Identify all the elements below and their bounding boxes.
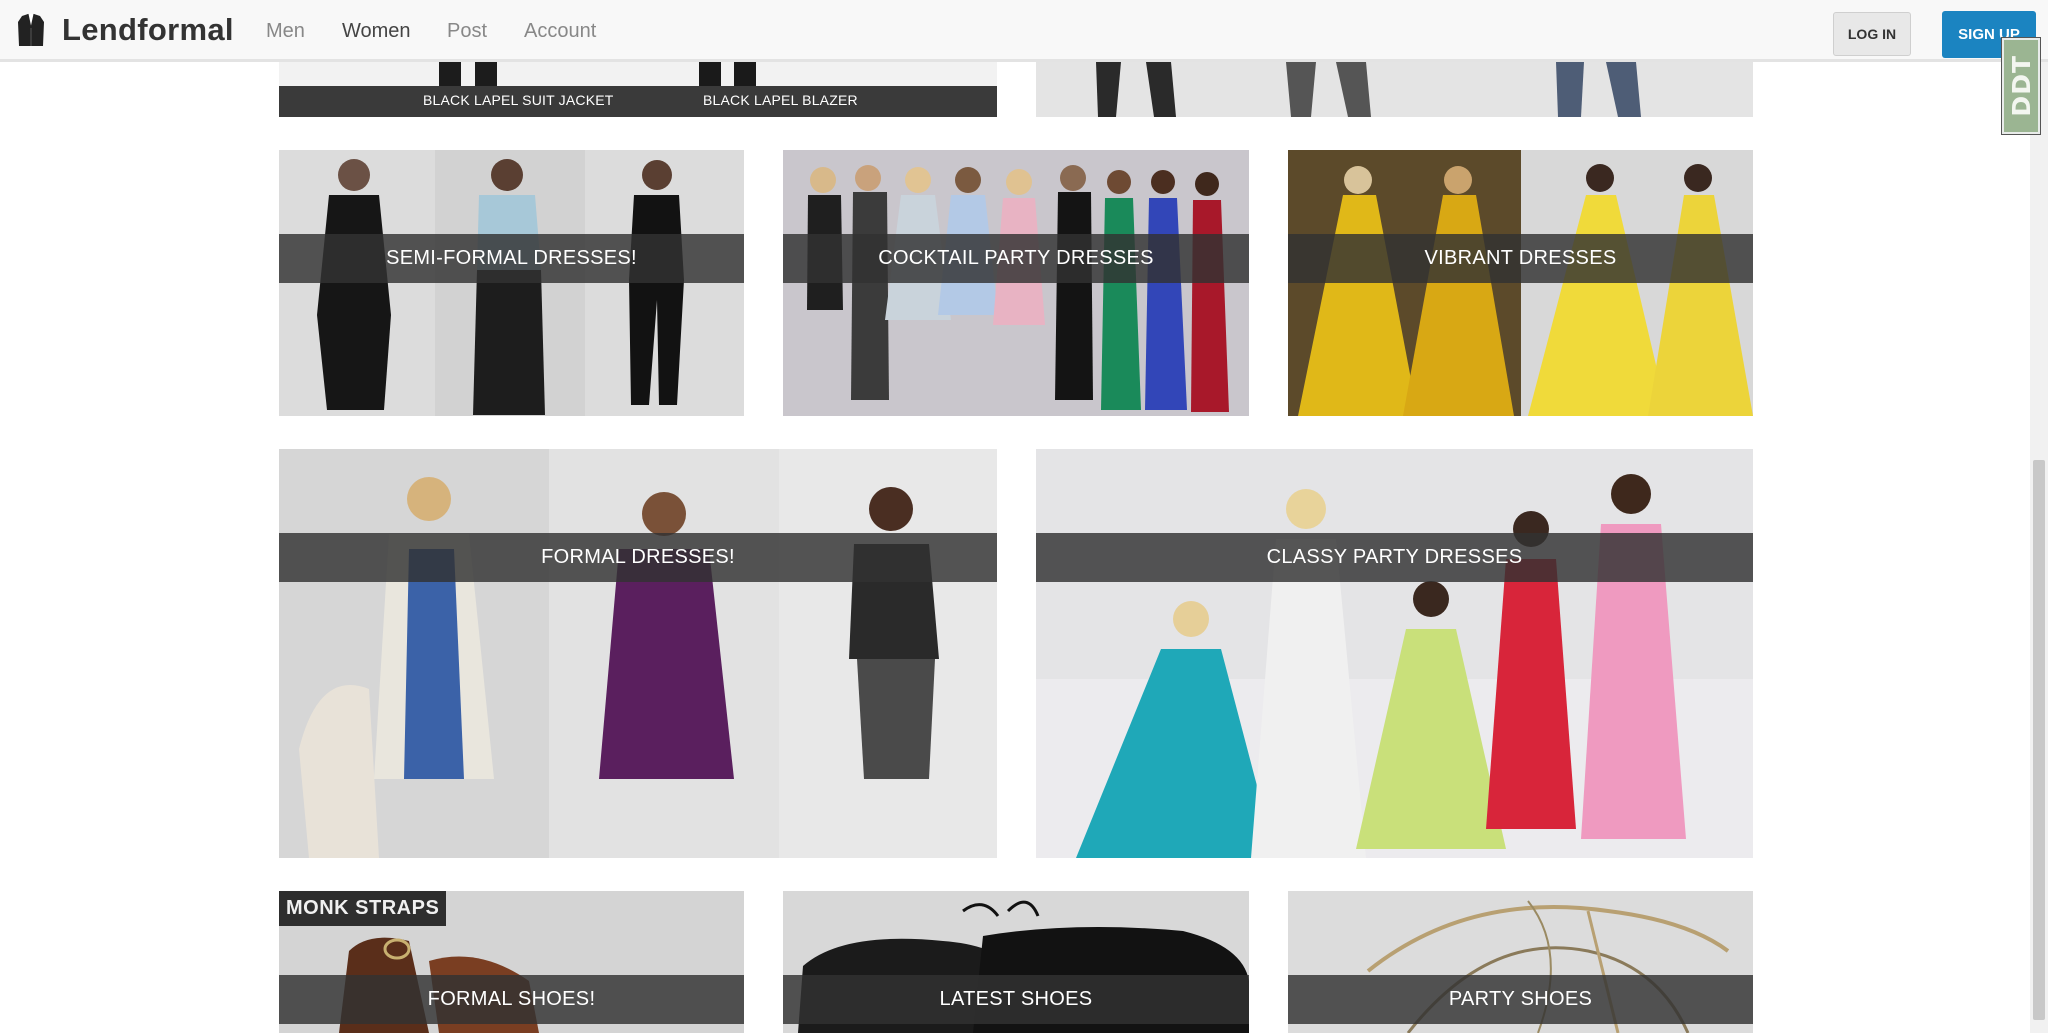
label-formal-shoes: FORMAL SHOES! — [427, 988, 596, 1010]
tile-formal-shoes[interactable]: MONK STRAPS FORMAL SHOES! — [279, 891, 744, 1033]
label-black-lapel-suit-jacket: BLACK LAPEL SUIT JACKET — [423, 92, 614, 108]
login-button[interactable]: LOG IN — [1833, 12, 1911, 56]
semi-formal-photo — [279, 150, 744, 416]
label-party-shoes: PARTY SHOES — [1448, 988, 1593, 1010]
suits-photo — [279, 62, 997, 117]
label-monk-straps: MONK STRAPS — [279, 891, 447, 926]
tile-vibrant-dresses[interactable]: VIBRANT DRESSES — [1288, 150, 1753, 416]
label-classy-party-dresses: CLASSY PARTY DRESSES — [1266, 546, 1523, 568]
nav-link-women[interactable]: Women — [342, 18, 411, 44]
ddt-badge-text: DDT — [2006, 55, 2036, 117]
label-cocktail-party-dresses: COCKTAIL PARTY DRESSES — [878, 247, 1154, 269]
label-semi-formal-dresses: SEMI-FORMAL DRESSES! — [386, 247, 637, 269]
band-latest-shoes: LATEST SHOES — [783, 975, 1249, 1024]
brand[interactable]: Lendformal — [16, 12, 234, 48]
label-vibrant-dresses: VIBRANT DRESSES — [1424, 247, 1617, 269]
nav-link-post[interactable]: Post — [447, 18, 487, 44]
band-formal-shoes: FORMAL SHOES! — [279, 975, 744, 1024]
label-formal-dresses: FORMAL DRESSES! — [541, 546, 735, 568]
formal-dresses-photo — [279, 449, 997, 858]
nav-link-account[interactable]: Account — [524, 18, 596, 44]
pants-photo — [1036, 62, 1753, 117]
vibrant-dresses-photo — [1288, 150, 1753, 416]
band-party-shoes: PARTY SHOES — [1288, 975, 1753, 1024]
band-semi-formal: SEMI-FORMAL DRESSES! — [279, 234, 744, 283]
scrollbar-thumb[interactable] — [2033, 460, 2045, 1020]
brand-name: Lendformal — [62, 12, 234, 47]
band-classy: CLASSY PARTY DRESSES — [1036, 533, 1753, 582]
classy-party-photo — [1036, 449, 1753, 858]
tile-classy-party-dresses[interactable]: CLASSY PARTY DRESSES — [1036, 449, 1753, 858]
tile-suit-jackets[interactable]: BLACK LAPEL SUIT JACKET BLACK LAPEL BLAZ… — [279, 62, 997, 117]
tile-semi-formal-dresses[interactable]: SEMI-FORMAL DRESSES! — [279, 150, 744, 416]
nav-link-men[interactable]: Men — [266, 18, 305, 44]
tile-cocktail-party-dresses[interactable]: COCKTAIL PARTY DRESSES — [783, 150, 1249, 416]
cocktail-party-photo — [783, 150, 1249, 416]
tile-latest-shoes[interactable]: LATEST SHOES — [783, 891, 1249, 1033]
suit-jacket-logo-icon — [18, 13, 44, 46]
tile-formal-dresses[interactable]: FORMAL DRESSES! — [279, 449, 997, 858]
band-vibrant: VIBRANT DRESSES — [1288, 234, 1753, 283]
tile-men-pants[interactable] — [1036, 62, 1753, 117]
tile-party-shoes[interactable]: PARTY SHOES — [1288, 891, 1753, 1033]
band-formal: FORMAL DRESSES! — [279, 533, 997, 582]
label-latest-shoes: LATEST SHOES — [939, 988, 1093, 1010]
band-cocktail: COCKTAIL PARTY DRESSES — [783, 234, 1249, 283]
top-navbar: Lendformal Men Women Post Account LOG IN… — [0, 0, 2048, 62]
ddt-badge[interactable]: DDT — [2001, 37, 2041, 135]
label-black-lapel-blazer: BLACK LAPEL BLAZER — [703, 92, 858, 108]
